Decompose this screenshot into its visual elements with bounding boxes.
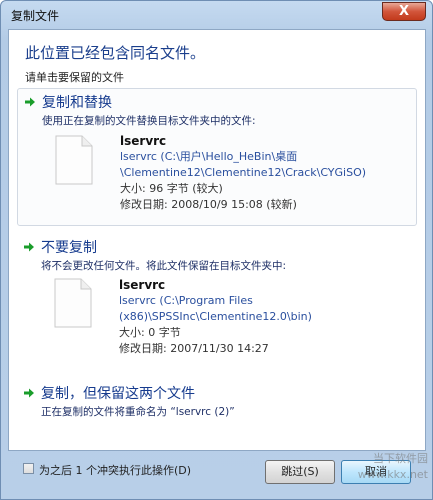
option-title: 不要复制: [41, 240, 97, 256]
option-description: 将不会更改任何文件。将此文件保留在目标文件夹中:: [41, 260, 287, 272]
window-title: 复制文件: [11, 9, 60, 23]
option-title: 复制和替换: [42, 95, 112, 111]
option-description: 正在复制的文件将重命名为 “lservrc (2)”: [41, 406, 235, 418]
option-description: 使用正在复制的文件替换目标文件夹中的文件:: [42, 115, 256, 127]
dialog-subheading: 请单击要保留的文件: [25, 71, 124, 84]
file-icon: [54, 278, 92, 328]
dialog-heading: 此位置已经包含同名文件。: [25, 44, 206, 62]
file-path-line: lservrc (C:\用户\Hello_HeBin\桌面: [120, 150, 298, 163]
watermark: 当下软件园 www.kkx.net: [333, 451, 428, 491]
file-size: 大小: 0 字节: [119, 326, 181, 339]
apply-all-checkbox[interactable]: [23, 463, 34, 474]
skip-button[interactable]: 跳过(S): [265, 460, 335, 484]
green-arrow-icon: [25, 97, 35, 107]
apply-all-label: 为之后 1 个冲突执行此操作(D): [39, 464, 192, 477]
file-name: lservrc: [120, 134, 167, 148]
copy-file-dialog: 复制文件 X 此位置已经包含同名文件。 请单击要保留的文件 复制和替换 使用正在…: [0, 0, 433, 500]
option-copy-and-replace[interactable]: 复制和替换 使用正在复制的文件替换目标文件夹中的文件: lservrc lser…: [17, 88, 417, 226]
file-modified: 修改日期: 2008/10/9 15:08 (较新): [120, 198, 297, 211]
watermark-line: 当下软件园: [373, 452, 428, 465]
file-size: 大小: 96 字节 (较大): [120, 182, 223, 195]
file-path-line: (x86)\SPSSInc\Clementine12.0\bin): [119, 310, 312, 323]
file-name: lservrc: [119, 278, 166, 292]
green-arrow-icon: [24, 388, 34, 398]
file-icon: [55, 135, 93, 185]
file-modified: 修改日期: 2007/11/30 14:27: [119, 342, 269, 355]
file-path-line: lservrc (C:\Program Files: [119, 294, 253, 307]
file-path-line: \Clementine12\Clementine12\Crack\CYGiSO): [120, 166, 367, 179]
close-button[interactable]: X: [382, 2, 426, 21]
option-copy-keep-both[interactable]: 复制，但保留这两个文件 正在复制的文件将重命名为 “lservrc (2)”: [17, 380, 417, 428]
watermark-line: www.kkx.net: [357, 468, 428, 481]
dialog-content: 此位置已经包含同名文件。 请单击要保留的文件 复制和替换 使用正在复制的文件替换…: [8, 29, 426, 451]
file-info: lservrc lservrc (C:\用户\Hello_HeBin\桌面 \C…: [120, 133, 366, 213]
file-info: lservrc lservrc (C:\Program Files (x86)\…: [119, 277, 312, 357]
option-title: 复制，但保留这两个文件: [41, 386, 195, 402]
option-dont-copy[interactable]: 不要复制 将不会更改任何文件。将此文件保留在目标文件夹中: lservrc ls…: [17, 234, 417, 362]
title-bar[interactable]: 复制文件 X: [1, 1, 432, 29]
green-arrow-icon: [24, 242, 34, 252]
